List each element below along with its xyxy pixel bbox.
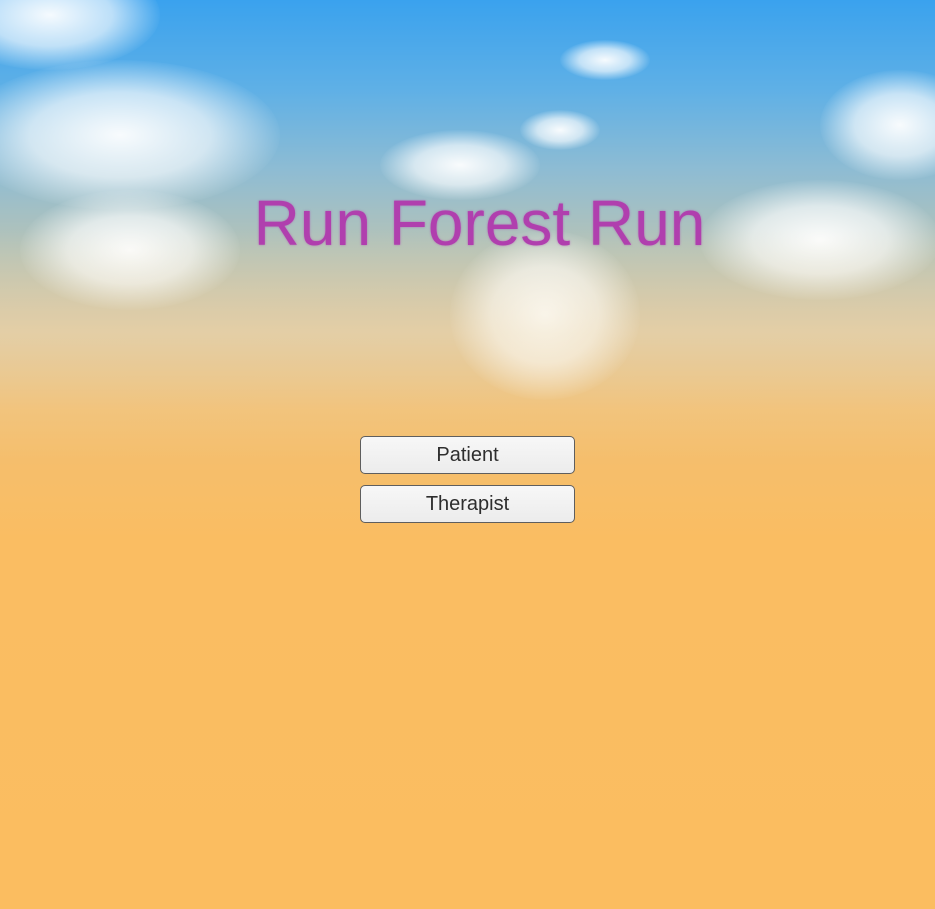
horizon-haze (0, 230, 935, 460)
cloud (520, 110, 600, 150)
patient-button[interactable]: Patient (360, 436, 575, 474)
game-title: Run Forest Run (253, 187, 706, 259)
cloud (560, 40, 650, 80)
cloud (820, 70, 935, 180)
therapist-button[interactable]: Therapist (360, 485, 575, 523)
